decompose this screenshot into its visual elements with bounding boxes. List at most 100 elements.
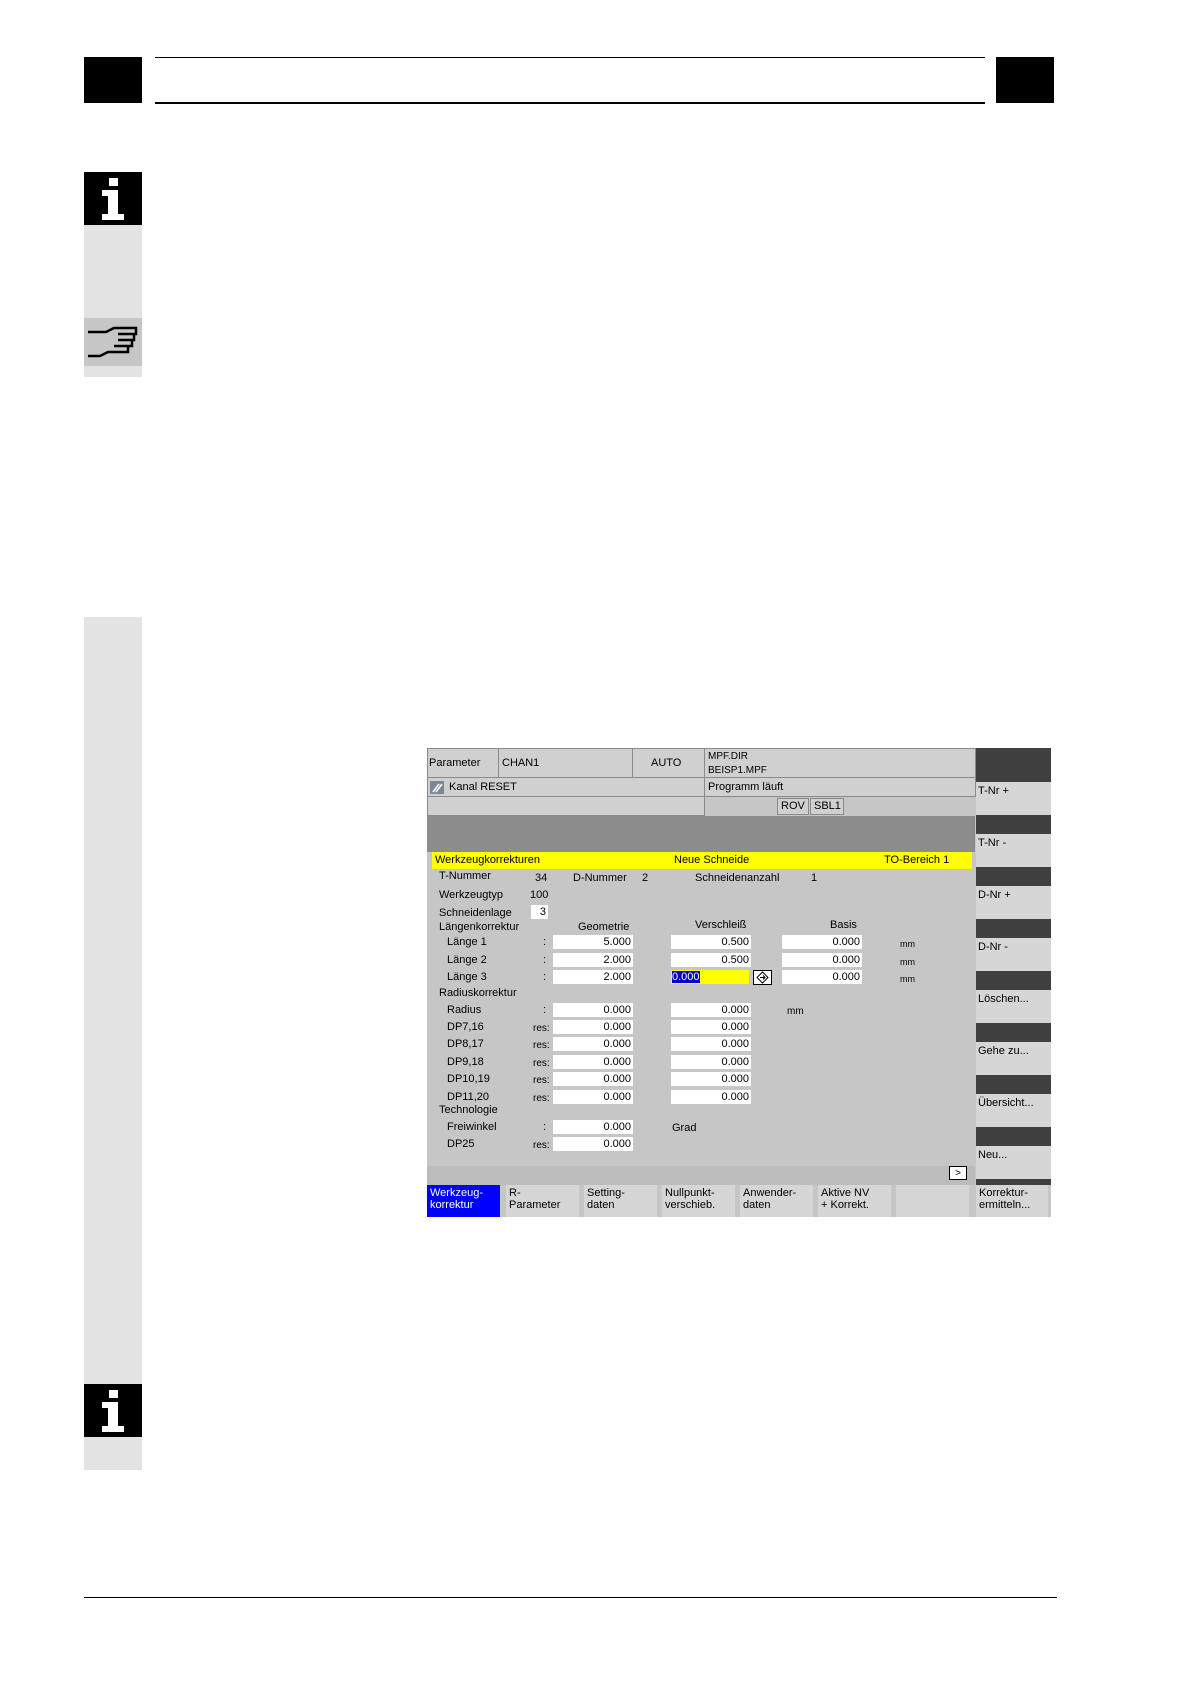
margin-strip-main (84, 617, 142, 1470)
dp-geometry[interactable]: 0.000 (553, 1090, 633, 1104)
header-separator-band (427, 816, 975, 852)
tech-section-heading: Technologie (439, 1104, 498, 1116)
tech-unit: Grad (672, 1122, 697, 1134)
length-2-base[interactable]: 0.000 (782, 953, 862, 967)
length-2-wear[interactable]: 0.500 (671, 953, 751, 967)
length-separator: : (543, 936, 547, 948)
channel-label: CHAN1 (502, 757, 540, 769)
length-label: Länge 3 (447, 971, 487, 983)
softkey-label-line1: Anwender- (743, 1187, 797, 1199)
softkey-tool-offset[interactable]: Werkzeug- korrektur (427, 1185, 500, 1217)
rov-label: ROV (781, 800, 805, 812)
area-label: Parameter (429, 757, 481, 769)
to-area: TO-Bereich 1 (884, 854, 950, 866)
length-3-geometry[interactable]: 2.000 (553, 970, 633, 984)
softkey-zero-offset[interactable]: Nullpunkt- verschieb. (662, 1185, 735, 1217)
softkey-new[interactable]: Neu... (976, 1146, 1051, 1179)
radius-unit: mm (787, 1006, 804, 1017)
softkey-separator-strip (427, 1166, 975, 1185)
edge-position-label: Schneidenlage (439, 907, 512, 919)
softkey-label-line2: verschieb. (665, 1199, 716, 1211)
radius-wear[interactable]: 0.000 (671, 1003, 751, 1017)
dp25-field[interactable]: 0.000 (553, 1137, 633, 1151)
header-rule-top (155, 57, 985, 58)
softkey-label-line1: Nullpunkt- (665, 1187, 715, 1199)
rov-indicator: ROV (777, 798, 809, 815)
length-unit: mm (900, 957, 915, 967)
col-base-header: Basis (830, 919, 857, 931)
softkey-label-line2: daten (743, 1199, 771, 1211)
length-2-geometry[interactable]: 2.000 (553, 953, 633, 967)
dp-label: DP7,16 (447, 1021, 484, 1033)
mode-label: AUTO (651, 757, 682, 769)
edge-position-field[interactable]: 3 (531, 905, 548, 919)
radius-section-heading: Radiuskorrektur (439, 987, 517, 999)
program-status-cell: Programm läuft (704, 777, 976, 797)
dp-geometry[interactable]: 0.000 (553, 1020, 633, 1034)
softkey-label-line1: Werkzeug- (430, 1187, 483, 1199)
edit-toggle-icon[interactable] (753, 970, 772, 985)
tech-label: DP25 (447, 1138, 475, 1150)
dp-label: DP11,20 (447, 1091, 489, 1103)
softkey-t-nr-plus[interactable]: T-Nr + (976, 782, 1051, 815)
radius-geometry[interactable]: 0.000 (553, 1003, 633, 1017)
softkey-setting-data[interactable]: Setting- daten (584, 1185, 657, 1217)
softkey-label-line2: Parameter (509, 1199, 561, 1211)
dp-geometry[interactable]: 0.000 (553, 1055, 633, 1069)
dp-wear[interactable]: 0.000 (671, 1072, 751, 1086)
t-number-value: 34 (535, 872, 548, 884)
info-icon (84, 1384, 142, 1437)
softkey-r-parameter[interactable]: R- Parameter (506, 1185, 579, 1217)
pointing-hand-icon (84, 318, 142, 366)
softkey-determine-offset[interactable]: Korrektur- ermitteln... (976, 1185, 1048, 1217)
sbl-label: SBL1 (814, 800, 841, 812)
softkey-label-line1: Setting- (587, 1187, 625, 1199)
radius-separator: : (543, 1004, 547, 1016)
dp-wear[interactable]: 0.000 (671, 1055, 751, 1069)
tool-type-value: 100 (530, 889, 549, 901)
length-1-base[interactable]: 0.000 (782, 935, 862, 949)
channel-status: Kanal RESET (449, 781, 517, 793)
length-1-wear[interactable]: 0.500 (671, 935, 751, 949)
program-cell: MPF.DIR BEISP1.MPF (704, 748, 976, 778)
edges-label: Schneidenanzahl (695, 872, 780, 884)
window-title: Werkzeugkorrekturen (435, 854, 540, 866)
length-3-wear-focused[interactable]: 0.000 (671, 970, 749, 984)
softkey-user-data[interactable]: Anwender- daten (740, 1185, 813, 1217)
window-title-bar: Werkzeugkorrekturen Neue Schneide TO-Ber… (432, 852, 972, 869)
softkey-label-line1: Aktive NV (821, 1187, 870, 1199)
d-number-label: D-Nummer (573, 872, 627, 884)
selected-text: 0.000 (672, 971, 700, 983)
length-1-geometry[interactable]: 5.000 (553, 935, 633, 949)
dp-wear[interactable]: 0.000 (671, 1020, 751, 1034)
softkey-label-line2: + Korrekt. (821, 1199, 869, 1211)
length-label: Länge 1 (447, 936, 487, 948)
length-3-base[interactable]: 0.000 (782, 970, 862, 984)
footer-rule (84, 1597, 1057, 1598)
softkey-delete[interactable]: Löschen... (976, 990, 1051, 1023)
length-label: Länge 2 (447, 954, 487, 966)
clearance-angle-field[interactable]: 0.000 (553, 1120, 633, 1134)
dp-label: DP9,18 (447, 1056, 484, 1068)
sbl-indicator: SBL1 (810, 798, 844, 815)
softkey-active-zero-offset[interactable]: Aktive NV + Korrekt. (818, 1185, 891, 1217)
softkey-t-nr-minus[interactable]: T-Nr - (976, 834, 1051, 867)
dp-geometry[interactable]: 0.000 (553, 1072, 633, 1086)
dp-label: DP8,17 (447, 1038, 484, 1050)
softkey-overview[interactable]: Übersicht... (976, 1094, 1051, 1127)
length-separator: : (543, 971, 547, 983)
channel-cell: CHAN1 (498, 748, 633, 778)
dp-geometry[interactable]: 0.000 (553, 1037, 633, 1051)
softkey-d-nr-minus[interactable]: D-Nr - (976, 938, 1051, 971)
softkey-goto[interactable]: Gehe zu... (976, 1042, 1051, 1075)
more-softkeys-arrow[interactable]: > (949, 1166, 967, 1180)
tech-label: Freiwinkel (447, 1121, 497, 1133)
dp-wear[interactable]: 0.000 (671, 1037, 751, 1051)
softkey-label-line1: Korrektur- (979, 1187, 1028, 1199)
dp-wear[interactable]: 0.000 (671, 1090, 751, 1104)
tool-type-label: Werkzeugtyp (439, 889, 503, 901)
res-separator: res: (533, 1058, 550, 1069)
softkey-d-nr-plus[interactable]: D-Nr + (976, 886, 1051, 919)
softkey-empty[interactable] (896, 1185, 969, 1217)
program-dir: MPF.DIR (708, 751, 748, 762)
